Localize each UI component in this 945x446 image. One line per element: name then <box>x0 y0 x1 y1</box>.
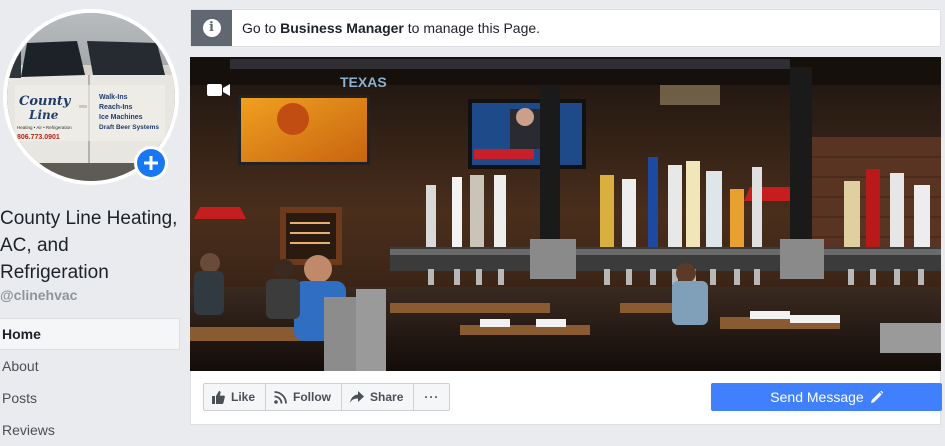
video-camera-icon <box>207 84 230 96</box>
nav-item-about[interactable]: About <box>0 350 180 382</box>
business-manager-link[interactable]: Business Manager <box>280 20 404 36</box>
info-icon: i <box>202 19 221 37</box>
cover-image: TEXAS <box>190 57 941 371</box>
svg-text:Draft Beer Systems: Draft Beer Systems <box>99 124 159 131</box>
share-button[interactable]: Share <box>341 383 415 411</box>
more-dots-icon: ··· <box>424 390 440 404</box>
nav-item-reviews[interactable]: Reviews <box>0 414 180 446</box>
page-action-buttons: Like Follow Share ··· <box>203 383 451 411</box>
follow-button[interactable]: Follow <box>265 383 343 411</box>
nav-item-posts[interactable]: Posts <box>0 382 180 414</box>
page-action-bar: Like Follow Share ··· Send Message <box>190 371 942 425</box>
business-manager-notice: i Go to Business Manager to manage this … <box>190 9 941 47</box>
send-message-button[interactable]: Send Message <box>711 383 942 411</box>
svg-text:Reach-Ins: Reach-Ins <box>99 104 133 111</box>
page-title: County Line Heating, AC, and Refrigerati… <box>0 208 178 283</box>
like-button[interactable]: Like <box>203 383 267 411</box>
pencil-icon <box>870 391 883 403</box>
plus-icon <box>137 149 165 177</box>
svg-text:Line: Line <box>28 108 59 122</box>
thumbs-up-icon <box>212 390 225 404</box>
nav-item-home[interactable]: Home <box>0 318 180 350</box>
svg-text:TEXAS: TEXAS <box>340 74 387 90</box>
rss-icon <box>274 390 287 404</box>
svg-text:Ice Machines: Ice Machines <box>99 114 143 121</box>
share-arrow-icon <box>350 391 365 403</box>
add-profile-photo-button[interactable] <box>134 146 168 180</box>
truck-brand-text: County <box>19 94 72 109</box>
svg-text:Heating • Air • Refrigeration: Heating • Air • Refrigeration <box>17 125 72 130</box>
page-username[interactable]: @clinehvac <box>0 287 77 303</box>
cover-video[interactable]: TEXAS <box>190 57 941 371</box>
svg-text:806.773.0901: 806.773.0901 <box>17 134 60 141</box>
notice-icon-box: i <box>191 10 232 46</box>
left-column: County Line Heating • Air • Refrigeratio… <box>0 0 182 438</box>
more-options-button[interactable]: ··· <box>413 383 451 411</box>
notice-text: Go to Business Manager to manage this Pa… <box>242 20 541 36</box>
svg-text:Walk-Ins: Walk-Ins <box>99 94 128 101</box>
page-nav: Home About Posts Reviews <box>0 318 180 446</box>
